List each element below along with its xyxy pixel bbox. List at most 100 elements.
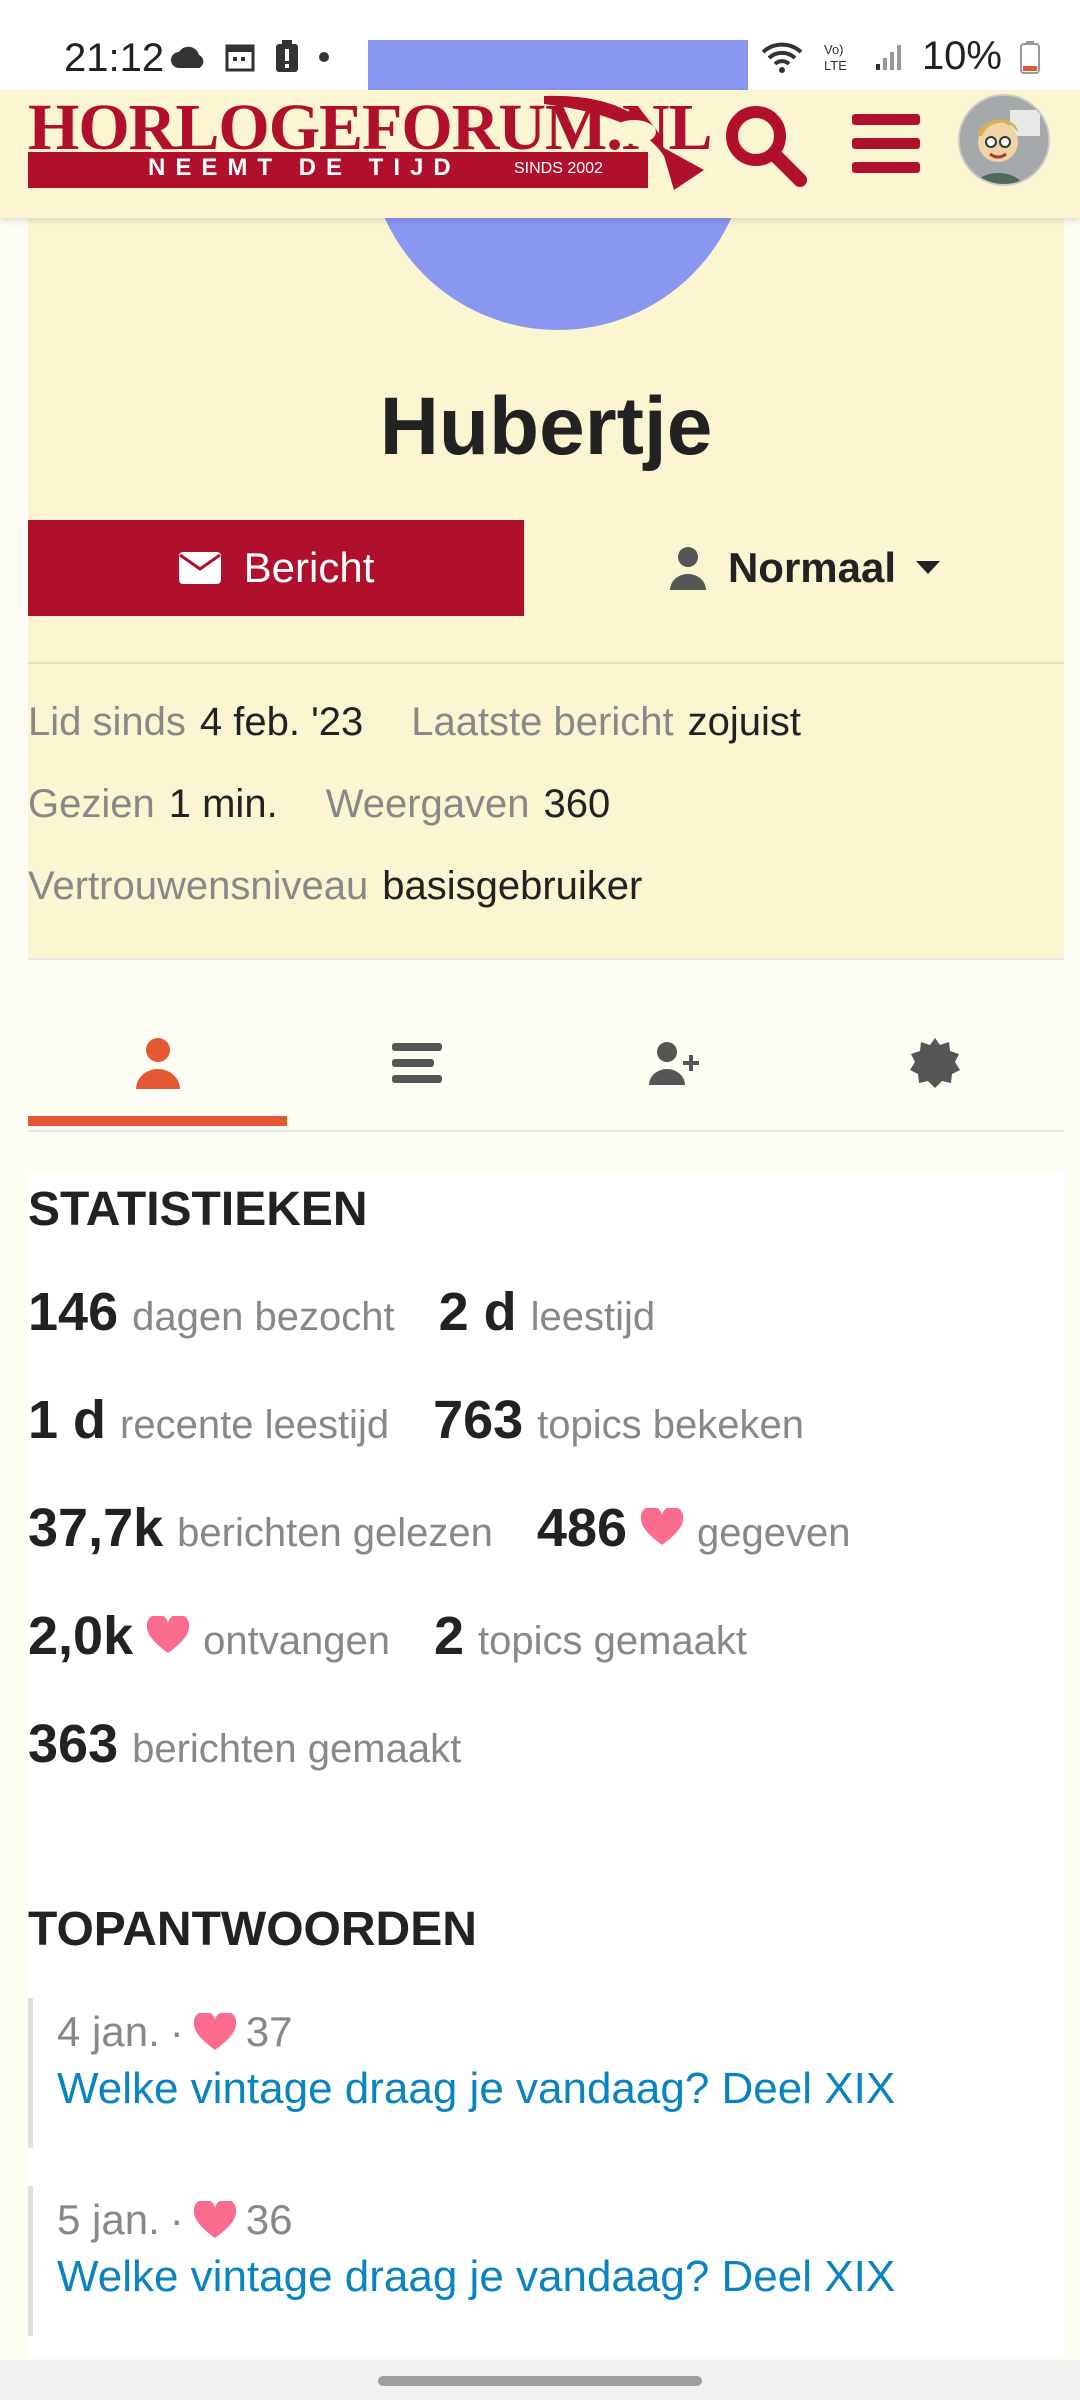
stats-row-3: 37,7k berichten gelezen 486 gegeven — [28, 1497, 1064, 1559]
stats-row-5: 363 berichten gemaakt — [28, 1713, 1064, 1775]
signal-icon — [875, 44, 901, 70]
calendar-icon — [225, 44, 255, 72]
stat-posts-read: 37,7k berichten gelezen — [28, 1497, 493, 1559]
system-navigation-bar — [0, 2360, 1080, 2400]
heart-icon — [193, 2201, 236, 2238]
stat-posts-created: 363 berichten gemaakt — [28, 1713, 461, 1775]
stat-topics-viewed: 763 topics bekeken — [433, 1389, 804, 1451]
stat-posts-created-label: berichten gemaakt — [132, 1727, 462, 1771]
stats-title: STATISTIEKEN — [28, 1183, 368, 1236]
top-reply-separator: · — [169, 2196, 184, 2243]
top-reply-meta: 5 jan. · 36 — [57, 2196, 1064, 2244]
top-reply-date: 5 jan. — [57, 2196, 160, 2243]
profile-username: Hubertje — [379, 381, 713, 472]
stat-days-visited: 146 dagen bezocht — [28, 1281, 395, 1343]
svg-text:LTE: LTE — [824, 58, 847, 73]
battery-icon — [1020, 40, 1040, 74]
profile-card: Hubertje Bericht Normaal Lid sinds 4 feb.… — [28, 40, 1064, 960]
user-icon — [669, 547, 706, 590]
battery-percent: 10% — [921, 34, 1002, 78]
last-post: Laatste bericht zojuist — [411, 700, 801, 745]
stat-days-visited-label: dagen bezocht — [132, 1295, 395, 1339]
stats-row-1: 146 dagen bezocht 2 d leestijd — [28, 1281, 1064, 1343]
volte-icon: Vo)LTE — [824, 42, 847, 73]
stat-recent-read-time-value: 1 d — [28, 1390, 107, 1450]
stat-days-visited-value: 146 — [28, 1282, 119, 1342]
top-reply-likes: 36 — [245, 2196, 293, 2243]
svg-text:Vo): Vo) — [824, 42, 844, 57]
profile-summary-content: STATISTIEKEN 146 dagen bezocht 2 d leestij… — [28, 1172, 1064, 2358]
top-reply-item[interactable]: 5 jan. · 36 Welke vintage draag je vanda… — [28, 2186, 1064, 2336]
user-icon — [135, 1038, 180, 1089]
heart-icon — [193, 2013, 236, 2050]
top-reply-separator: · — [169, 2008, 184, 2055]
stat-likes-given-label: gegeven — [697, 1511, 851, 1555]
top-reply-meta: 4 jan. · 37 — [57, 2008, 1064, 2056]
trust-level-value: basisgebruiker — [382, 864, 643, 908]
profile-views-value: 360 — [543, 782, 611, 826]
trust-level-label: Vertrouwensniveau — [28, 864, 369, 908]
top-reply-item[interactable]: 4 jan. · 37 Welke vintage draag je vanda… — [28, 1998, 1064, 2148]
stat-posts-read-value: 37,7k — [28, 1498, 164, 1558]
site-logo[interactable]: HORLOGEFORUM.NL NEEMT DE TIJD SINDS 2002 — [28, 90, 713, 194]
tab-summary[interactable] — [28, 1000, 287, 1126]
home-gesture-handle[interactable] — [378, 2376, 702, 2386]
notification-level-label: Normaal — [727, 544, 897, 591]
stat-recent-read-time-label: recente leestijd — [120, 1403, 390, 1447]
stats-section: STATISTIEKEN 146 dagen bezocht 2 d leestij… — [28, 1172, 1064, 1775]
top-reply-date: 4 jan. — [57, 2008, 160, 2055]
last-post-label: Laatste bericht — [411, 700, 674, 744]
profile-meta-row-3: Vertrouwensniveau basisgebruiker — [28, 864, 642, 909]
top-reply-topic-link[interactable]: Welke vintage draag je vandaag? Deel XIX — [57, 2252, 1064, 2302]
message-button-label: Bericht — [243, 544, 375, 591]
heart-icon — [641, 1508, 684, 1545]
status-right-icons: Vo) LTE 10% — [708, 34, 1040, 79]
logo-swoosh-icon — [544, 95, 704, 190]
tab-badges[interactable] — [805, 1000, 1064, 1126]
list-icon — [391, 1043, 442, 1083]
member-since-value: 4 feb. '23 — [199, 700, 364, 744]
profile-tabs — [28, 1000, 1064, 1132]
stat-topics-created-label: topics gemaakt — [478, 1619, 748, 1663]
top-reply-topic-link[interactable]: Welke vintage draag je vandaag? Deel XIX — [57, 2064, 1064, 2114]
profile-bottom-divider — [28, 958, 1064, 960]
notification-level-dropdown[interactable]: Normaal — [624, 520, 984, 616]
member-since: Lid sinds 4 feb. '23 — [28, 700, 363, 745]
stat-posts-read-label: berichten gelezen — [177, 1511, 493, 1555]
status-time: 21:12 — [64, 36, 165, 80]
avatar-cartoon-image — [960, 96, 1048, 184]
user-plus-icon — [648, 1042, 699, 1085]
message-button[interactable]: Bericht — [28, 520, 524, 616]
stat-topics-viewed-label: topics bekeken — [537, 1403, 805, 1447]
stat-read-time-value: 2 d — [438, 1282, 517, 1342]
badge-icon — [909, 1038, 960, 1088]
tab-invites[interactable] — [546, 1000, 805, 1126]
top-reply-likes: 37 — [245, 2008, 293, 2055]
stat-topics-created-value: 2 — [433, 1606, 464, 1666]
stat-topics-viewed-value: 763 — [433, 1390, 524, 1450]
heart-icon — [147, 1616, 190, 1653]
envelope-icon — [178, 552, 221, 584]
tabs-underline — [28, 1130, 1064, 1132]
last-seen-value: 1 min. — [168, 782, 278, 826]
stat-read-time-label: leestijd — [530, 1295, 656, 1339]
user-avatar[interactable] — [958, 94, 1050, 186]
trust-level: Vertrouwensniveau basisgebruiker — [28, 864, 642, 909]
hamburger-menu-icon[interactable] — [848, 106, 924, 182]
last-seen: Gezien 1 min. — [28, 782, 278, 827]
last-post-value[interactable]: zojuist — [688, 700, 801, 744]
member-since-label: Lid sinds — [28, 700, 186, 744]
stats-row-4: 2,0k ontvangen 2 topics gemaakt — [28, 1605, 1064, 1666]
stats-row-2: 1 d recente leestijd 763 topics bekeken — [28, 1389, 1064, 1451]
tab-activity[interactable] — [287, 1000, 546, 1126]
profile-views-label: Weergaven — [325, 782, 530, 826]
profile-views: Weergaven 360 — [326, 782, 611, 827]
caret-down-icon — [916, 561, 941, 574]
wifi-icon — [761, 42, 803, 73]
stat-likes-received-label: ontvangen — [203, 1619, 390, 1663]
profile-divider — [28, 662, 1064, 664]
cloud-icon — [171, 46, 204, 68]
profile-meta-row-2: Gezien 1 min. Weergaven 360 — [28, 782, 610, 827]
stat-recent-read-time: 1 d recente leestijd — [28, 1389, 389, 1451]
search-icon[interactable] — [722, 102, 808, 188]
